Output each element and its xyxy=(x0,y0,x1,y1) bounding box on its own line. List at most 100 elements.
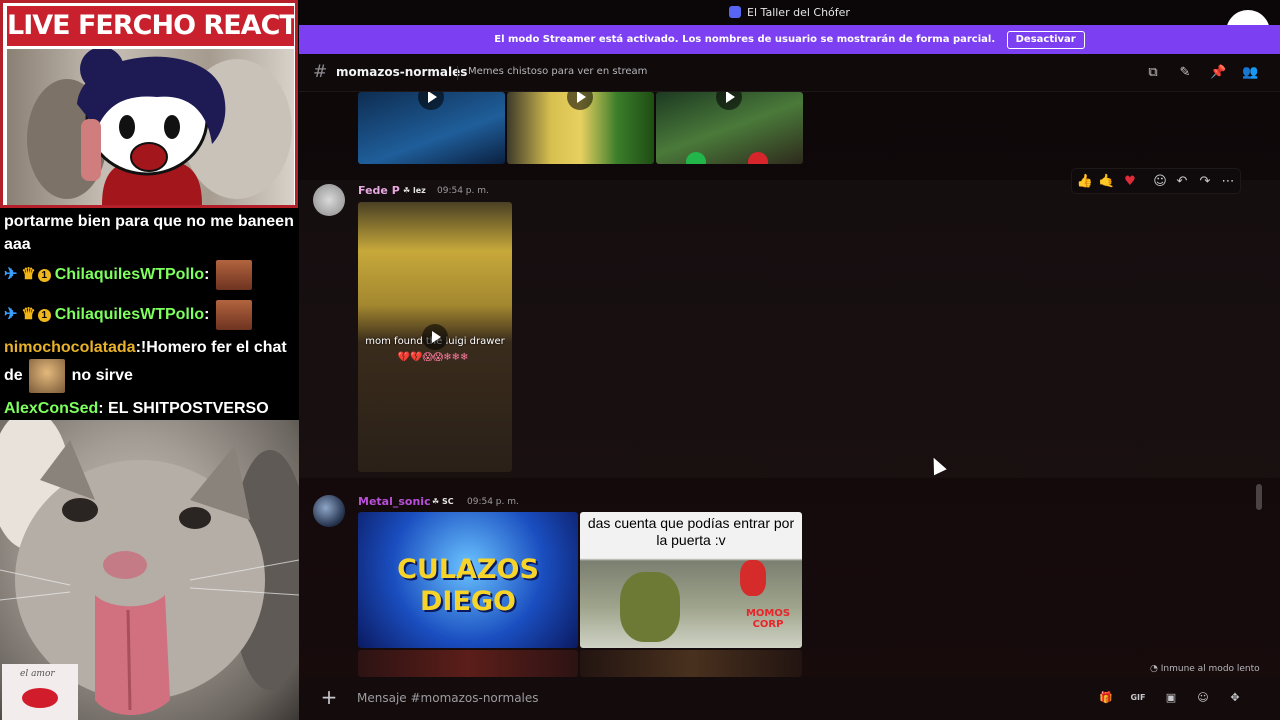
threads-icon[interactable]: ⧉ xyxy=(1145,65,1161,81)
video-attachment[interactable] xyxy=(507,92,654,164)
facecam-title: LIVE FERCHO REACTION xyxy=(7,6,294,46)
window-title: El Taller del Chófer xyxy=(747,6,850,19)
chat-username: AlexConSed xyxy=(4,400,99,417)
tier-badge-icon: 1 xyxy=(37,269,51,283)
sword-badge-icon: ✈ xyxy=(4,266,18,284)
server-tag[interactable]: ☘ lez xyxy=(403,186,426,195)
play-icon[interactable] xyxy=(422,324,448,350)
signature-sticker: el amor xyxy=(2,664,78,720)
thumb-title-line-2: DIEGO xyxy=(419,586,517,617)
window-titlebar: El Taller del Chófer xyxy=(299,0,1280,25)
notifications-muted-icon[interactable]: ✎ xyxy=(1177,65,1193,81)
play-icon[interactable] xyxy=(567,92,593,110)
member-list-icon[interactable]: 👥 xyxy=(1242,65,1258,81)
message-author[interactable]: Fede P xyxy=(358,184,400,197)
server-tag-text: lez xyxy=(412,186,426,195)
image-attachment[interactable]: CULAZOS DIEGO xyxy=(358,512,578,648)
text-channel-icon: # xyxy=(313,62,328,82)
more-options-icon[interactable]: ⋯ xyxy=(1219,173,1237,191)
chat-username: ChilaquilesWTPollo xyxy=(54,266,205,284)
crown-badge-icon: ♛ xyxy=(21,266,36,284)
message-input[interactable] xyxy=(357,685,1077,711)
mario-figure xyxy=(740,560,766,596)
momos-corp-logo: MOMOS CORP xyxy=(745,608,791,630)
message-item[interactable]: Fede P ☘ lez 09:54 p. m. mom found the l… xyxy=(299,180,1280,478)
stream-chat: portarme bien para que no me baneen aaa … xyxy=(0,210,299,420)
emoji-icon[interactable]: ☺ xyxy=(1195,690,1211,706)
message-composer: + 🎁 GIF ▣ ☺ ✥ xyxy=(299,677,1280,720)
image-attachment[interactable] xyxy=(358,650,578,677)
user-avatar[interactable] xyxy=(313,184,345,216)
shrek-figure xyxy=(620,572,680,642)
chat-message: nimochocolatada:!Homero fer el chat de n… xyxy=(4,336,295,393)
thumb-title-line-1: CULAZOS xyxy=(397,554,539,585)
server-tag-text: SC xyxy=(441,497,454,506)
chat-text: portarme bien para que no me baneen aaa xyxy=(4,213,294,253)
forward-icon[interactable]: ↷ xyxy=(1196,173,1214,191)
slowmode-indicator: ◔ Inmune al modo lento xyxy=(1150,664,1260,674)
heart-icon[interactable]: ♥ xyxy=(1121,173,1139,191)
image-attachment[interactable]: das cuenta que podías entrar por la puer… xyxy=(580,512,802,648)
server-tag[interactable]: ☘ SC xyxy=(432,497,454,506)
thumbs-up-hand-icon[interactable]: 🤙 xyxy=(1098,173,1116,191)
apps-icon[interactable]: ✥ xyxy=(1227,690,1243,706)
cat-cam-image: el amor xyxy=(0,420,299,720)
message-author[interactable]: Metal_sonic xyxy=(358,495,431,508)
thumbs-up-icon[interactable]: 👍 xyxy=(1076,173,1094,191)
chat-username: nimochocolatada xyxy=(4,339,136,356)
lips-image xyxy=(22,688,58,708)
emote-image xyxy=(215,300,252,330)
facecam-frame: LIVE FERCHO REACTION xyxy=(0,0,298,208)
reply-icon[interactable]: ↶ xyxy=(1173,173,1191,191)
chat-text: : xyxy=(204,266,210,284)
decline-call-icon xyxy=(748,152,768,164)
stream-overlay: LIVE FERCHO REACTION portarme bien para … xyxy=(0,0,299,720)
add-reaction-icon[interactable]: ☺ xyxy=(1151,173,1169,191)
video-attachment[interactable] xyxy=(358,92,505,164)
signature-text: el amor xyxy=(20,669,55,679)
play-icon[interactable] xyxy=(418,92,444,110)
disable-streamer-mode-button[interactable]: Desactivar xyxy=(1006,31,1085,49)
channel-header: # momazos-normales Memes chistoso para v… xyxy=(299,54,1280,92)
pinned-messages-icon[interactable]: 📌 xyxy=(1210,65,1226,81)
message-timestamp: 09:54 p. m. xyxy=(437,186,489,196)
chat-text: no sirve xyxy=(71,367,133,385)
tag-icon: ☘ xyxy=(432,497,440,506)
emoji-row: 💔💔😱😱❄❄❄ xyxy=(397,352,469,363)
scrollbar-thumb[interactable] xyxy=(1256,484,1262,510)
chat-message: ✈ ♛ 1 ChilaquilesWTPollo: xyxy=(4,300,295,330)
divider xyxy=(457,66,458,80)
crown-badge-icon: ♛ xyxy=(21,306,36,324)
emote-image xyxy=(29,359,66,393)
clock-icon: ◔ xyxy=(1150,664,1158,674)
chat-text: : xyxy=(204,306,210,324)
channel-topic[interactable]: Memes chistoso para ver en stream xyxy=(468,66,647,77)
image-attachment[interactable] xyxy=(580,650,802,677)
streamer-mode-text: El modo Streamer está activado. Los nomb… xyxy=(494,34,996,45)
message-actions-bar: 👍 🤙 ♥ ☺ ↶ ↷ ⋯ xyxy=(1071,168,1241,194)
user-avatar[interactable] xyxy=(313,495,345,527)
message-list[interactable]: Fede P ☘ lez 09:54 p. m. mom found the l… xyxy=(299,92,1280,677)
discord-window: El Taller del Chófer El modo Streamer es… xyxy=(299,0,1280,720)
tag-icon: ☘ xyxy=(403,186,411,195)
tier-badge-icon: 1 xyxy=(37,309,51,323)
chat-message: AlexConSed: EL SHITPOSTVERSO xyxy=(4,397,295,420)
emote-image xyxy=(215,260,252,290)
slowmode-text: Inmune al modo lento xyxy=(1160,664,1260,674)
video-attachment[interactable] xyxy=(656,92,803,164)
chat-username: ChilaquilesWTPollo xyxy=(54,306,205,324)
sword-badge-icon: ✈ xyxy=(4,306,18,324)
chat-text: : EL SHITPOSTVERSO xyxy=(98,400,269,417)
channel-name: momazos-normales xyxy=(336,65,468,79)
chat-message: ✈ ♛ 1 ChilaquilesWTPollo: xyxy=(4,260,295,290)
answer-call-icon xyxy=(686,152,706,164)
chat-message: portarme bien para que no me baneen aaa xyxy=(4,210,295,256)
meme-text: das cuenta que podías entrar por la puer… xyxy=(587,515,795,548)
sticker-icon[interactable]: ▣ xyxy=(1163,690,1179,706)
play-icon[interactable] xyxy=(716,92,742,110)
video-attachment[interactable]: mom found the luigi drawer 💔💔😱😱❄❄❄ xyxy=(358,202,512,472)
message-timestamp: 09:54 p. m. xyxy=(467,497,519,507)
add-attachment-icon[interactable]: + xyxy=(319,687,339,707)
gift-icon[interactable]: 🎁 xyxy=(1098,690,1114,706)
gif-icon[interactable]: GIF xyxy=(1130,690,1146,706)
